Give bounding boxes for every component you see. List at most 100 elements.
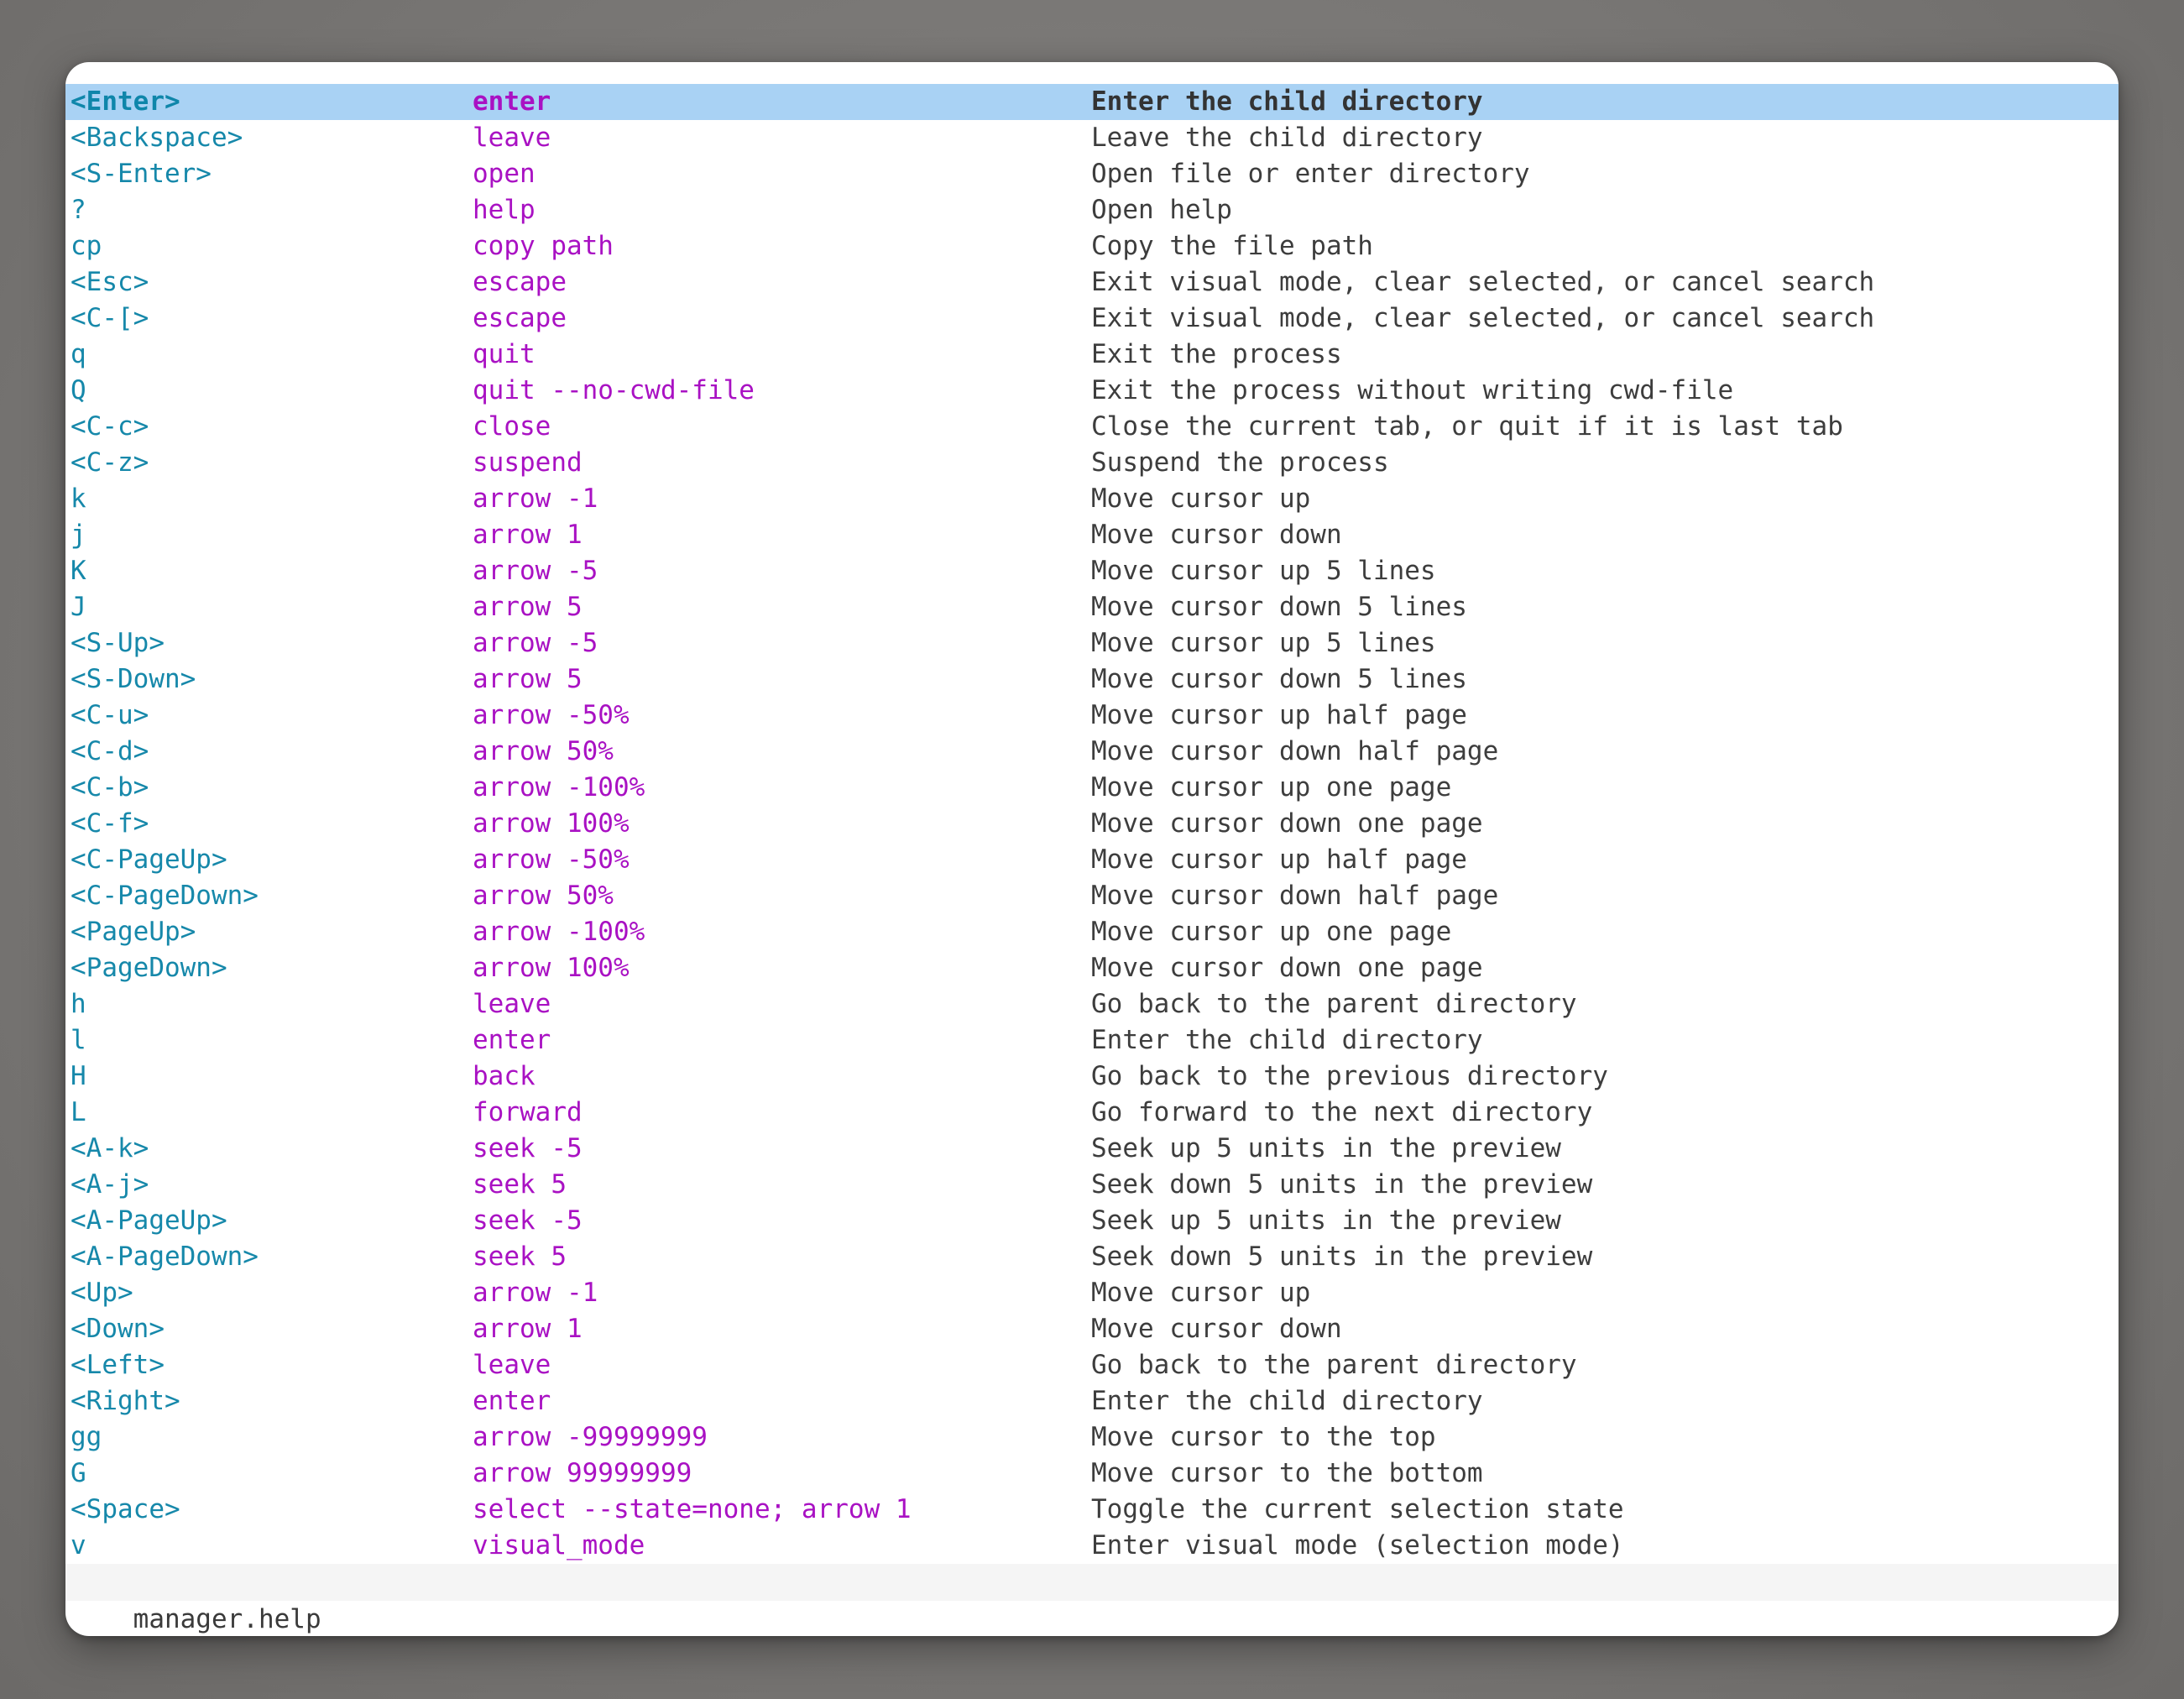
- command-cell: enter: [473, 84, 551, 120]
- keybind-row[interactable]: <A-k> seek -5 Seek up 5 units in the pre…: [65, 1131, 2119, 1167]
- keybind-row[interactable]: <Enter> enter Enter the child directory: [65, 84, 2119, 120]
- command-cell: visual_mode: [473, 1528, 645, 1564]
- command-cell: arrow 50%: [473, 734, 614, 770]
- keybind-row[interactable]: <A-PageUp> seek -5 Seek up 5 units in th…: [65, 1203, 2119, 1239]
- keybind-row[interactable]: h leave Go back to the parent directory: [65, 986, 2119, 1022]
- keybind-row[interactable]: <C-b> arrow -100% Move cursor up one pag…: [65, 770, 2119, 806]
- key-cell: <A-PageUp>: [71, 1203, 227, 1239]
- command-cell: suspend: [473, 445, 583, 481]
- keybind-row[interactable]: <Right> enter Enter the child directory: [65, 1383, 2119, 1419]
- keybind-row[interactable]: <S-Down> arrow 5 Move cursor down 5 line…: [65, 661, 2119, 698]
- keybind-row[interactable]: <C-z> suspend Suspend the process: [65, 445, 2119, 481]
- description-cell: Go back to the parent directory: [1091, 1347, 1577, 1383]
- key-cell: ?: [71, 192, 86, 228]
- key-cell: q: [71, 337, 86, 373]
- key-cell: <S-Up>: [71, 625, 165, 661]
- keybind-row[interactable]: L forward Go forward to the next directo…: [65, 1095, 2119, 1131]
- keybind-row[interactable]: <Backspace> leave Leave the child direct…: [65, 120, 2119, 156]
- keybind-row[interactable]: <Esc> escape Exit visual mode, clear sel…: [65, 264, 2119, 301]
- command-cell: escape: [473, 264, 567, 301]
- description-cell: Move cursor down one page: [1091, 950, 1483, 986]
- keybind-row[interactable]: <C-c> close Close the current tab, or qu…: [65, 409, 2119, 445]
- command-cell: escape: [473, 301, 567, 337]
- key-cell: <PageDown>: [71, 950, 227, 986]
- command-cell: arrow 1: [473, 1311, 583, 1347]
- keybind-row[interactable]: <C-PageUp> arrow -50% Move cursor up hal…: [65, 842, 2119, 878]
- key-cell: J: [71, 589, 86, 625]
- keybind-row[interactable]: <Left> leave Go back to the parent direc…: [65, 1347, 2119, 1383]
- keybind-row[interactable]: cp copy path Copy the file path: [65, 228, 2119, 264]
- keybind-row[interactable]: <C-PageDown> arrow 50% Move cursor down …: [65, 878, 2119, 914]
- keybind-row[interactable]: <PageUp> arrow -100% Move cursor up one …: [65, 914, 2119, 950]
- command-cell: leave: [473, 986, 551, 1022]
- description-cell: Open file or enter directory: [1091, 156, 1530, 192]
- description-cell: Move cursor to the top: [1091, 1419, 1436, 1456]
- description-cell: Enter the child directory: [1091, 84, 1483, 120]
- key-cell: K: [71, 553, 86, 589]
- help-list: <Enter> enter Enter the child directory …: [65, 62, 2119, 1564]
- keybind-row[interactable]: <Down> arrow 1 Move cursor down: [65, 1311, 2119, 1347]
- key-cell: <Down>: [71, 1311, 165, 1347]
- status-layer-label: manager.help: [133, 1604, 321, 1634]
- key-cell: h: [71, 986, 86, 1022]
- command-cell: arrow -50%: [473, 698, 630, 734]
- key-cell: j: [71, 517, 86, 553]
- description-cell: Exit the process: [1091, 337, 1342, 373]
- keybind-row[interactable]: J arrow 5 Move cursor down 5 lines: [65, 589, 2119, 625]
- command-cell: arrow 99999999: [473, 1456, 692, 1492]
- description-cell: Toggle the current selection state: [1091, 1492, 1624, 1528]
- keybind-row[interactable]: H back Go back to the previous directory: [65, 1059, 2119, 1095]
- command-cell: quit --no-cwd-file: [473, 373, 755, 409]
- description-cell: Move cursor to the bottom: [1091, 1456, 1483, 1492]
- description-cell: Go forward to the next directory: [1091, 1095, 1592, 1131]
- keybind-row[interactable]: <PageDown> arrow 100% Move cursor down o…: [65, 950, 2119, 986]
- keybind-row[interactable]: <S-Up> arrow -5 Move cursor up 5 lines: [65, 625, 2119, 661]
- description-cell: Move cursor up one page: [1091, 770, 1451, 806]
- keybind-row[interactable]: K arrow -5 Move cursor up 5 lines: [65, 553, 2119, 589]
- key-cell: Q: [71, 373, 86, 409]
- description-cell: Seek down 5 units in the preview: [1091, 1167, 1592, 1203]
- description-cell: Move cursor up 5 lines: [1091, 625, 1436, 661]
- description-cell: Enter the child directory: [1091, 1383, 1483, 1419]
- key-cell: <Backspace>: [71, 120, 243, 156]
- keybind-row[interactable]: v visual_mode Enter visual mode (selecti…: [65, 1528, 2119, 1564]
- keybind-row[interactable]: <Space> select --state=none; arrow 1 Tog…: [65, 1492, 2119, 1528]
- keybind-row[interactable]: G arrow 99999999 Move cursor to the bott…: [65, 1456, 2119, 1492]
- key-cell: <Enter>: [71, 84, 180, 120]
- keybind-row[interactable]: <A-PageDown> seek 5 Seek down 5 units in…: [65, 1239, 2119, 1275]
- description-cell: Leave the child directory: [1091, 120, 1483, 156]
- key-cell: <A-PageDown>: [71, 1239, 259, 1275]
- command-cell: arrow -100%: [473, 914, 645, 950]
- key-cell: L: [71, 1095, 86, 1131]
- key-cell: <A-k>: [71, 1131, 149, 1167]
- key-cell: <Up>: [71, 1275, 133, 1311]
- command-cell: leave: [473, 120, 551, 156]
- description-cell: Move cursor down: [1091, 517, 1342, 553]
- key-cell: <Right>: [71, 1383, 180, 1419]
- keybind-row[interactable]: <C-f> arrow 100% Move cursor down one pa…: [65, 806, 2119, 842]
- command-cell: arrow -1: [473, 481, 598, 517]
- keybind-row[interactable]: ? help Open help: [65, 192, 2119, 228]
- keybind-row[interactable]: <C-[> escape Exit visual mode, clear sel…: [65, 301, 2119, 337]
- keybind-row[interactable]: Q quit --no-cwd-file Exit the process wi…: [65, 373, 2119, 409]
- keybind-row[interactable]: <S-Enter> open Open file or enter direct…: [65, 156, 2119, 192]
- key-cell: <C-u>: [71, 698, 149, 734]
- key-cell: gg: [71, 1419, 102, 1456]
- description-cell: Exit the process without writing cwd-fil…: [1091, 373, 1733, 409]
- keybind-row[interactable]: <Up> arrow -1 Move cursor up: [65, 1275, 2119, 1311]
- command-cell: copy path: [473, 228, 614, 264]
- keybind-row[interactable]: <A-j> seek 5 Seek down 5 units in the pr…: [65, 1167, 2119, 1203]
- keybind-row[interactable]: l enter Enter the child directory: [65, 1022, 2119, 1059]
- key-cell: <C-c>: [71, 409, 149, 445]
- command-cell: seek 5: [473, 1239, 567, 1275]
- key-cell: <C-f>: [71, 806, 149, 842]
- keybind-row[interactable]: q quit Exit the process: [65, 337, 2119, 373]
- command-cell: arrow 100%: [473, 806, 630, 842]
- key-cell: <C-b>: [71, 770, 149, 806]
- keybind-row[interactable]: gg arrow -99999999 Move cursor to the to…: [65, 1419, 2119, 1456]
- keybind-row[interactable]: <C-d> arrow 50% Move cursor down half pa…: [65, 734, 2119, 770]
- keybind-row[interactable]: k arrow -1 Move cursor up: [65, 481, 2119, 517]
- keybind-row[interactable]: <C-u> arrow -50% Move cursor up half pag…: [65, 698, 2119, 734]
- command-cell: arrow 100%: [473, 950, 630, 986]
- keybind-row[interactable]: j arrow 1 Move cursor down: [65, 517, 2119, 553]
